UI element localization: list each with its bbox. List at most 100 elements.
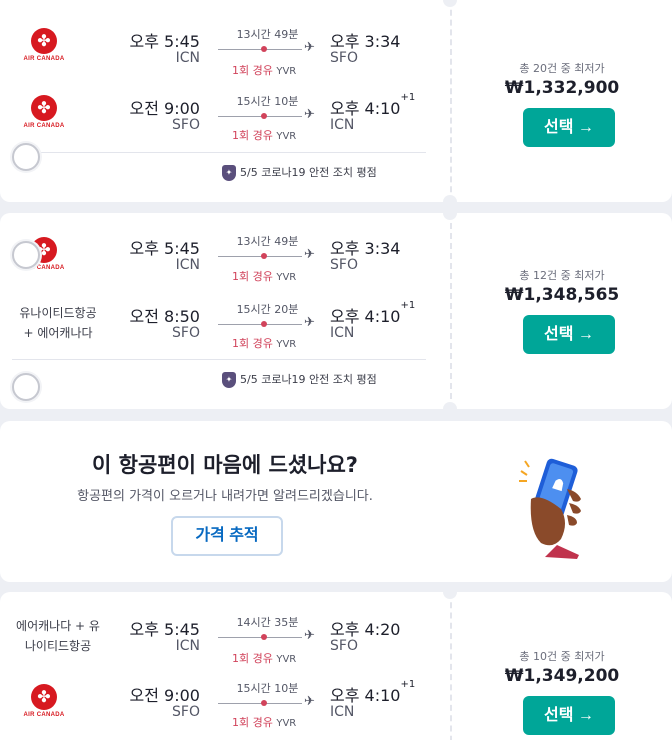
- covid-safety-rating[interactable]: ✦ 5/5 코로나19 안전 조치 평점: [222, 371, 377, 388]
- covid-safety-rating[interactable]: ✦ 5/5 코로나19 안전 조치 평점: [222, 164, 377, 181]
- plane-icon: ✈: [304, 40, 315, 55]
- flight-duration: 15시간 20분: [236, 303, 299, 316]
- route-line: [218, 324, 302, 325]
- compare-checkbox[interactable]: [12, 143, 40, 171]
- arrival-time: 오후 4:10+1: [330, 300, 416, 326]
- departure-time: 오후 5:45: [129, 239, 200, 258]
- maple-leaf-icon: ✤: [31, 95, 57, 121]
- return-leg: ✤ AIR CANADA 오전 9:00 SFO 15시간 10분 ✈ 1회 경…: [0, 87, 450, 147]
- route-line: [218, 116, 302, 117]
- price-panel: 총 12건 중 최저가 ₩1,348,565 선택 →: [450, 213, 672, 409]
- arrival-time: 오후 4:10+1: [330, 92, 416, 118]
- departure-time: 오전 9:00: [129, 686, 200, 705]
- phone-hand-illustration: [519, 458, 581, 559]
- air-canada-logo: ✤ AIR CANADA: [22, 95, 66, 129]
- promo-title: 이 항공편이 마음에 드셨나요?: [92, 453, 358, 477]
- compare-checkbox[interactable]: [12, 241, 40, 269]
- price: ₩1,348,565: [504, 285, 620, 305]
- layover-dot: [261, 634, 267, 640]
- outbound-leg: 에어캐나다 + 유 나이티드항공 오후 5:45 ICN 14시간 35분 ✈ …: [0, 610, 450, 670]
- compare-checkbox[interactable]: [12, 373, 40, 401]
- departure-time: 오후 5:45: [129, 620, 200, 639]
- select-button[interactable]: 선택 →: [523, 315, 615, 354]
- ticket-notch: [443, 206, 457, 220]
- flight-duration: 15시간 10분: [236, 95, 299, 108]
- price-panel: 총 10건 중 최저가 ₩1,349,200 선택 →: [450, 592, 672, 740]
- departure-time: 오전 9:00: [129, 99, 200, 118]
- arrival-airport: SFO: [330, 638, 358, 654]
- result-card-1[interactable]: ✤ AIR CANADA 오후 5:45 ICN 13시간 49분 ✈ 1회 경…: [0, 0, 672, 209]
- layover-dot: [261, 113, 267, 119]
- flight-duration: 15시간 10분: [236, 682, 299, 695]
- plane-icon: ✈: [304, 107, 315, 122]
- ticket-notch: [443, 402, 457, 416]
- air-canada-logo: ✤ AIR CANADA: [22, 28, 66, 62]
- airline-name: 유나이티드항공 + 에어캐나다: [19, 306, 97, 340]
- result-card-2[interactable]: ✤ AIR CANADA 오후 5:45 ICN 13시간 49분 ✈ 1회 경…: [0, 206, 672, 416]
- return-leg: ✤ AIR CANADA 오전 9:00 SFO 15시간 10분 ✈ 1회 경…: [0, 676, 450, 736]
- price-panel: 총 20건 중 최저가 ₩1,332,900 선택 →: [450, 0, 672, 202]
- shield-icon: ✦: [222, 165, 236, 181]
- plane-icon: ✈: [304, 628, 315, 643]
- ticket-notch: [443, 585, 457, 599]
- arrival-airport: SFO: [330, 50, 358, 66]
- departure-airport: ICN: [175, 257, 200, 273]
- arrival-time: 오후 4:10+1: [330, 679, 416, 705]
- divider: [12, 359, 426, 360]
- departure-airport: SFO: [172, 325, 200, 341]
- price-note: 총 10건 중 최저가: [519, 650, 605, 663]
- plane-icon: ✈: [304, 247, 315, 262]
- promo-subtitle: 항공편의 가격이 오르거나 내려가면 알려드리겠습니다.: [77, 489, 373, 504]
- airline-name: 에어캐나다 + 유 나이티드항공: [16, 619, 100, 653]
- arrival-airport: ICN: [330, 117, 355, 133]
- layover-dot: [261, 321, 267, 327]
- arrival-time: 오후 4:20: [330, 620, 401, 639]
- select-button[interactable]: 선택 →: [523, 108, 615, 147]
- plane-icon: ✈: [304, 315, 315, 330]
- price-note: 총 12건 중 최저가: [519, 269, 605, 282]
- departure-airport: ICN: [175, 50, 200, 66]
- route-line: [218, 637, 302, 638]
- flight-duration: 13시간 49분: [236, 235, 299, 248]
- stops-info: 1회 경유 YVR: [232, 270, 297, 283]
- outbound-leg: ✤ AIR CANADA 오후 5:45 ICN 13시간 49분 ✈ 1회 경…: [0, 231, 450, 291]
- result-card-3[interactable]: 에어캐나다 + 유 나이티드항공 오후 5:45 ICN 14시간 35분 ✈ …: [0, 585, 672, 740]
- maple-leaf-icon: ✤: [31, 28, 57, 54]
- price-note: 총 20건 중 최저가: [519, 62, 605, 75]
- shield-icon: ✦: [222, 372, 236, 388]
- departure-airport: SFO: [172, 117, 200, 133]
- arrival-airport: SFO: [330, 257, 358, 273]
- route-line: [218, 49, 302, 50]
- stops-info: 1회 경유 YVR: [232, 64, 297, 77]
- price: ₩1,349,200: [504, 666, 620, 686]
- route-line: [218, 256, 302, 257]
- arrival-airport: ICN: [330, 704, 355, 720]
- flight-duration: 13시간 49분: [236, 28, 299, 41]
- arrival-airport: ICN: [330, 325, 355, 341]
- maple-leaf-icon: ✤: [31, 684, 57, 710]
- flight-duration: 14시간 35분: [236, 616, 299, 629]
- plane-icon: ✈: [304, 694, 315, 709]
- layover-dot: [261, 253, 267, 259]
- layover-dot: [261, 700, 267, 706]
- stops-info: 1회 경유 YVR: [232, 129, 297, 142]
- outbound-leg: ✤ AIR CANADA 오후 5:45 ICN 13시간 49분 ✈ 1회 경…: [0, 20, 450, 80]
- return-leg: 유나이티드항공 + 에어캐나다 오전 8:50 SFO 15시간 20분 ✈ 1…: [0, 299, 450, 359]
- price: ₩1,332,900: [504, 78, 620, 98]
- select-button[interactable]: 선택 →: [523, 696, 615, 735]
- stops-info: 1회 경유 YVR: [232, 652, 297, 665]
- departure-time: 오전 8:50: [129, 307, 200, 326]
- price-track-button[interactable]: 가격 추적: [171, 516, 283, 556]
- departure-airport: ICN: [175, 638, 200, 654]
- departure-airport: SFO: [172, 704, 200, 720]
- route-line: [218, 703, 302, 704]
- stops-info: 1회 경유 YVR: [232, 337, 297, 350]
- stops-info: 1회 경유 YVR: [232, 716, 297, 729]
- air-canada-logo: ✤ AIR CANADA: [22, 684, 66, 718]
- departure-time: 오후 5:45: [129, 32, 200, 51]
- arrival-time: 오후 3:34: [330, 239, 401, 258]
- price-alert-promo: 이 항공편이 마음에 드셨나요? 항공편의 가격이 오르거나 내려가면 알려드리…: [0, 421, 672, 582]
- arrival-time: 오후 3:34: [330, 32, 401, 51]
- divider: [12, 152, 426, 153]
- layover-dot: [261, 46, 267, 52]
